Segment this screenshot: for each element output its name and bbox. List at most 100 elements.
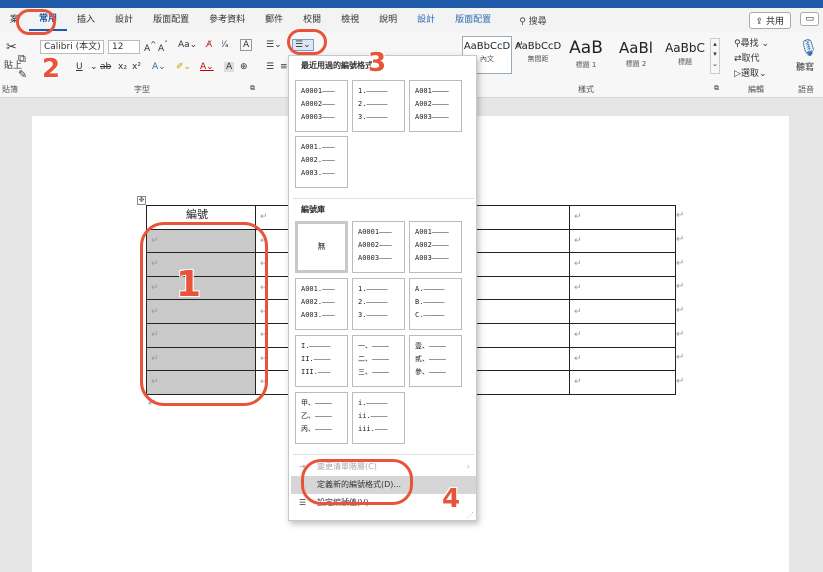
tab-mailings[interactable]: 郵件	[255, 8, 293, 32]
share-button[interactable]: ⇪ 共用	[748, 12, 791, 29]
callout-ring-define-format	[301, 459, 413, 505]
format-painter-icon[interactable]: ✎	[18, 68, 27, 81]
numbering-format-option[interactable]: A001———— A002———— A003————	[409, 80, 462, 132]
table-cell[interactable]	[469, 370, 570, 395]
row-end-mark: ↵	[676, 281, 685, 292]
font-name-dropdown[interactable]: Calibri (本文)	[40, 40, 104, 54]
table-cell[interactable]	[469, 205, 570, 230]
select-button[interactable]: ▷選取⌄	[734, 66, 766, 79]
table-cell[interactable]: ↵	[569, 346, 676, 372]
numbering-format-option[interactable]: A001.——— A002.——— A003.———	[295, 136, 348, 188]
table-cell[interactable]: ↵	[569, 370, 676, 395]
row-end-mark: ↵	[676, 352, 685, 363]
microphone-icon[interactable]: 🎙	[798, 38, 818, 57]
table-cell[interactable]	[469, 346, 570, 372]
change-case-icon[interactable]: Aa⌄	[178, 40, 197, 50]
callout-number-3: 3	[368, 48, 387, 78]
numbering-format-option[interactable]: 一、———— 二、———— 三、————	[352, 335, 405, 387]
numbering-format-option[interactable]: I.————— II.———— III.———	[295, 335, 348, 387]
numbering-format-option[interactable]: 1.————— 2.————— 3.—————	[352, 80, 405, 132]
table-cell[interactable]	[469, 299, 570, 324]
style-heading-1[interactable]: AaB 標題 1	[561, 36, 611, 74]
table-move-handle-icon[interactable]: ✥	[137, 196, 146, 205]
table-header-text: 編號	[186, 208, 208, 221]
phonetic-icon[interactable]: ⁱ⁄ₐ	[222, 40, 229, 50]
superscript-icon[interactable]: x²	[132, 62, 141, 72]
table-cell[interactable]	[469, 252, 570, 277]
resize-grip-icon[interactable]: ⋰	[467, 511, 474, 519]
search-box[interactable]: ⚲ 搜尋	[519, 14, 546, 27]
strikethrough-icon[interactable]: ab	[100, 62, 111, 72]
font-color-icon[interactable]: A⌄	[200, 62, 214, 72]
numbering-format-option[interactable]: 1.————— 2.————— 3.—————	[352, 278, 405, 330]
callout-ring-home-tab	[16, 9, 56, 35]
numbering-none-option[interactable]: 無	[295, 221, 348, 273]
table-cell[interactable]: ↵	[569, 205, 676, 230]
row-end-mark: ↵	[676, 258, 685, 269]
table-cell[interactable]	[469, 275, 570, 301]
styles-group-label: 樣式	[578, 85, 594, 94]
comment-button[interactable]: ▭	[800, 12, 819, 26]
row-end-mark: ↵	[676, 305, 685, 316]
numbering-format-option[interactable]: A001.——— A002.——— A003.———	[295, 278, 348, 330]
enclose-char-icon[interactable]: ⊕	[240, 62, 248, 72]
replace-button[interactable]: ⇄取代	[734, 51, 760, 64]
styles-scroll[interactable]: ▴ ▾ ⌄	[710, 38, 720, 74]
tab-table-layout[interactable]: 版面配置	[445, 8, 501, 32]
copy-icon[interactable]: ⧉	[18, 52, 26, 66]
char-shading-icon[interactable]: A	[224, 62, 235, 72]
editing-group-label: 編輯	[748, 85, 764, 94]
underline-icon[interactable]: U	[76, 62, 83, 72]
tab-view[interactable]: 檢視	[331, 8, 369, 32]
dictate-label[interactable]: 聽寫	[796, 60, 814, 73]
tab-design[interactable]: 設計	[105, 8, 143, 32]
numbering-format-option[interactable]: A0001——— A0002——— A0003———	[295, 80, 348, 132]
numbering-format-option[interactable]: 甲、———— 乙、———— 丙、————	[295, 392, 348, 444]
shrink-font-icon[interactable]: Aˇ	[158, 40, 168, 54]
align-left-icon[interactable]: ☰	[266, 62, 274, 72]
table-cell[interactable]: ↵	[569, 252, 676, 277]
bullets-icon[interactable]: ☰⌄	[266, 40, 282, 50]
numbering-format-option[interactable]: 壹、———— 貳、———— 參、————	[409, 335, 462, 387]
tab-table-design[interactable]: 設計	[407, 8, 445, 32]
grow-font-icon[interactable]: A^	[144, 40, 156, 54]
table-cell[interactable]	[469, 228, 570, 254]
highlight-icon[interactable]: ✐⌄	[176, 62, 191, 72]
tab-help[interactable]: 說明	[369, 8, 407, 32]
style-no-spacing[interactable]: AaBbCcD 無間距	[513, 36, 563, 74]
numbering-format-option[interactable]: i.————— ii.———— iii.———	[352, 392, 405, 444]
underline-dropdown-icon[interactable]: ⌄	[90, 62, 98, 72]
table-cell[interactable]: ↵	[569, 275, 676, 301]
numbering-format-option[interactable]: A.————— B.————— C.—————	[409, 278, 462, 330]
style-heading-2[interactable]: AaBl 標題 2	[611, 36, 661, 74]
styles-dialog-launcher-icon[interactable]: ⧉	[714, 84, 719, 93]
tab-layout[interactable]: 版面配置	[143, 8, 199, 32]
numbering-format-option[interactable]: A001———— A002———— A003————	[409, 221, 462, 273]
recent-formats-title: 最近用過的編號格式	[301, 61, 373, 70]
font-size-dropdown[interactable]: 12	[108, 40, 140, 54]
table-cell[interactable]: ↵	[569, 322, 676, 348]
row-end-mark: ↵	[676, 234, 685, 245]
style-title[interactable]: AaBbC 標題	[660, 36, 710, 74]
row-end-mark: ↵	[676, 376, 685, 387]
table-cell[interactable]: ↵	[569, 299, 676, 324]
numbering-library-title: 編號庫	[301, 205, 325, 214]
callout-number-4: 4	[442, 484, 461, 514]
cut-icon[interactable]: ✂	[6, 40, 17, 55]
clear-format-icon[interactable]: A̸	[206, 40, 212, 50]
char-border-icon[interactable]: A	[240, 39, 253, 51]
subscript-icon[interactable]: x₂	[118, 62, 127, 72]
find-button[interactable]: ⚲尋找 ⌄	[734, 36, 769, 49]
search-icon: ⚲	[519, 16, 529, 27]
numbering-format-option[interactable]: A0001——— A0002——— A0003———	[352, 221, 405, 273]
align-center-icon[interactable]: ≡	[280, 62, 288, 72]
table-cell[interactable]: ↵	[569, 228, 676, 254]
tab-insert[interactable]: 插入	[67, 8, 105, 32]
text-effects-icon[interactable]: A⌄	[152, 62, 166, 72]
table-cell[interactable]	[469, 322, 570, 348]
callout-number-2: 2	[42, 54, 61, 84]
font-dialog-launcher-icon[interactable]: ⧉	[250, 84, 255, 93]
search-icon: ⚲	[734, 39, 741, 49]
tab-references[interactable]: 參考資料	[199, 8, 255, 32]
callout-ring-selection	[140, 222, 268, 406]
